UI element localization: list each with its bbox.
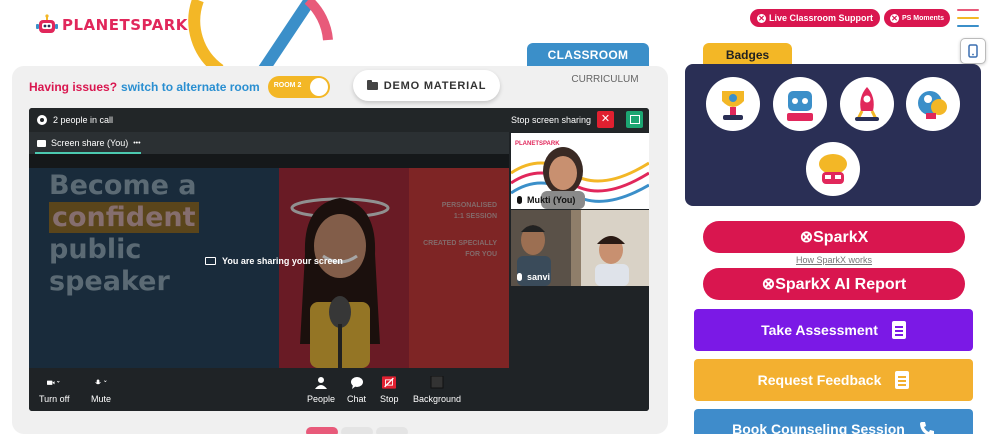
participant-name: sanvi — [527, 272, 551, 282]
call-top-bar: 2 people in call Stop screen sharing ✕ — [29, 108, 649, 132]
chat-button[interactable]: Chat — [347, 376, 366, 404]
request-feedback-button[interactable]: Request Feedback — [694, 359, 973, 401]
close-circle-icon: ✕ — [889, 13, 899, 23]
trophy-badge-icon[interactable] — [706, 77, 760, 131]
close-circle-icon: ✕ — [756, 13, 766, 23]
brain-icon — [819, 154, 847, 184]
stop-share-icon — [382, 376, 397, 389]
room-label: ROOM 2 — [273, 82, 302, 89]
sparkx-ai-report-label: ⊗SparkX AI Report — [761, 276, 907, 293]
microphone-icon — [95, 379, 107, 385]
idea-badge-icon[interactable] — [906, 77, 960, 131]
sharing-message-label: You are sharing your screen — [222, 256, 343, 266]
mobile-icon — [968, 44, 978, 58]
people-button[interactable]: People — [307, 376, 335, 404]
screen-share-icon — [37, 139, 46, 147]
svg-text:PLANETSPARK: PLANETSPARK — [515, 141, 560, 147]
badges-panel — [685, 64, 981, 206]
people-count[interactable]: 2 people in call — [37, 115, 113, 125]
robot-icon — [787, 91, 813, 121]
ps-moments-label: PS Moments — [901, 14, 944, 22]
sparkx-label: ⊗SparkX — [799, 229, 869, 246]
request-feedback-label: Request Feedback — [757, 372, 882, 388]
switch-room-link[interactable]: switch to alternate room — [121, 80, 260, 94]
shared-screen: Become a confident public speaker PERSON… — [29, 154, 509, 368]
picture-in-picture-icon[interactable] — [626, 111, 643, 128]
sharing-message: You are sharing your screen — [205, 256, 343, 266]
side-drawer-button[interactable] — [960, 38, 986, 64]
document-icon — [895, 371, 910, 389]
mute-button[interactable]: Mute — [91, 376, 111, 404]
top-actions: ✕ Live Classroom Support ✕ PS Moments — [749, 9, 950, 27]
book-counseling-label: Book Counseling Session — [732, 421, 905, 434]
background-button[interactable]: Background — [413, 376, 461, 404]
take-assessment-label: Take Assessment — [761, 322, 878, 338]
call-controls: Turn off Mute People Chat Stop Backgroun… — [29, 368, 649, 411]
video-camera-icon — [47, 380, 60, 385]
participant-tile[interactable]: PLANETSPARK Mukti (You) — [511, 133, 649, 209]
video-call-window: 2 people in call Stop screen sharing ✕ S… — [29, 108, 649, 411]
ps-moments-button[interactable]: ✕ PS Moments — [883, 9, 950, 27]
live-support-button[interactable]: ✕ Live Classroom Support — [749, 9, 880, 27]
person-icon — [315, 377, 328, 389]
people-count-label: 2 people in call — [53, 115, 114, 125]
room-switch-row: Having issues? switch to alternate room … — [29, 76, 330, 98]
stop-label: Stop — [380, 394, 399, 404]
menu-icon[interactable] — [957, 9, 979, 27]
pager-dot[interactable] — [376, 427, 408, 434]
stop-sharing-label: Stop screen sharing — [510, 115, 591, 125]
chat-label: Chat — [347, 394, 367, 404]
people-label: People — [307, 394, 336, 404]
stop-sharing-button[interactable]: ✕ — [597, 111, 614, 128]
stop-share-button[interactable]: Stop — [380, 376, 399, 404]
turn-off-label: Turn off — [39, 394, 70, 404]
participant-name: Mukti (You) — [527, 195, 576, 205]
participant-label: sanvi — [517, 272, 550, 282]
demo-material-button[interactable]: DEMO MATERIAL — [353, 70, 500, 101]
room-toggle[interactable]: ROOM 2 — [267, 76, 330, 98]
issues-text: Having issues? — [29, 80, 118, 94]
logo-text: PLANETSPARK — [62, 16, 188, 34]
sparkx-ai-report-button[interactable]: ⊗SparkX AI Report — [703, 268, 965, 300]
present-screen-icon — [205, 257, 216, 265]
pager-dot[interactable] — [341, 427, 373, 434]
rocket-icon — [855, 87, 879, 121]
demo-material-label: DEMO MATERIAL — [383, 79, 487, 92]
robot-logo-icon — [36, 14, 58, 33]
trophy-icon — [722, 91, 744, 120]
participant-tile[interactable]: sanvi — [511, 210, 649, 286]
mic-icon — [517, 273, 522, 281]
screen-share-label: Screen share (You) — [51, 138, 129, 148]
settings-icon[interactable] — [37, 115, 47, 125]
lightbulb-icon — [918, 91, 947, 119]
book-counseling-button[interactable]: Book Counseling Session — [694, 409, 973, 434]
tab-curriculum[interactable]: CURRICULUM — [560, 74, 650, 85]
background-label: Background — [413, 394, 462, 404]
toggle-knob — [309, 78, 328, 96]
tab-classroom[interactable]: CLASSROOM — [527, 43, 649, 67]
robot-badge-icon[interactable] — [773, 77, 827, 131]
how-sparkx-works-link[interactable]: How SparkX works — [703, 255, 965, 265]
brain-badge-icon[interactable] — [806, 142, 860, 196]
background-decoration — [188, 0, 333, 70]
live-support-label: Live Classroom Support — [768, 13, 873, 23]
camera-toggle-button[interactable]: Turn off — [39, 376, 70, 404]
screen-share-tab[interactable]: Screen share (You) ••• — [29, 132, 509, 154]
mic-icon — [517, 196, 522, 204]
sparkx-button[interactable]: ⊗SparkX — [703, 221, 965, 253]
more-options-icon[interactable]: ••• — [133, 140, 140, 147]
clipboard-icon — [891, 321, 906, 339]
participant-label: Mukti (You) — [517, 195, 575, 205]
chat-bubble-icon — [350, 377, 363, 389]
mute-label: Mute — [91, 394, 112, 404]
background-icon — [430, 376, 444, 389]
folder-icon — [366, 79, 378, 90]
rocket-badge-icon[interactable] — [840, 77, 894, 131]
phone-icon — [919, 422, 934, 434]
pager-dot-active[interactable] — [306, 427, 338, 434]
take-assessment-button[interactable]: Take Assessment — [694, 309, 973, 351]
planetspark-logo[interactable]: PLANETSPARK — [36, 14, 188, 36]
